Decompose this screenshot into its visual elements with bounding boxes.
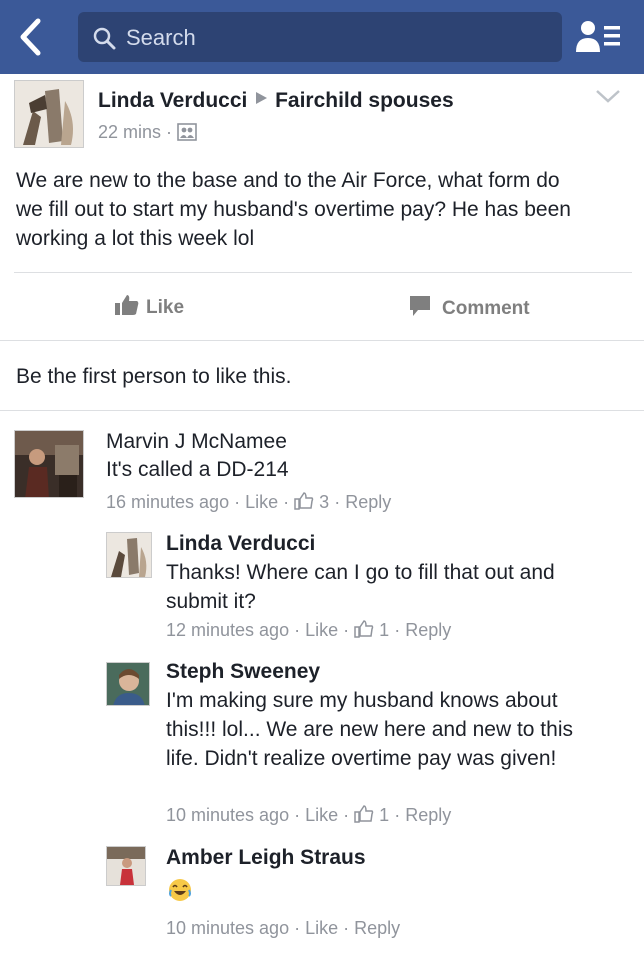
meta-separator: · (294, 620, 306, 640)
comment-text: I'm making sure my husband knows about t… (166, 689, 573, 770)
comment-meta: 12 minutes ago · Like · 1 · Reply (166, 620, 451, 643)
comment-meta: 10 minutes ago · Like · 1 · Reply (166, 805, 451, 828)
post-author[interactable]: Linda Verducci (98, 89, 247, 112)
comment-time: 10 minutes ago (166, 805, 290, 825)
meta-separator: · (394, 805, 406, 825)
comment-like-link[interactable]: Like (245, 492, 278, 512)
post-meta: 22 mins · (98, 122, 197, 146)
post-author-line: Linda Verducci Fairchild spouses (98, 88, 454, 113)
like-count: 1 (379, 805, 390, 825)
commenter-name[interactable]: Amber Leigh Straus (166, 846, 366, 870)
post-group[interactable]: Fairchild spouses (275, 89, 454, 112)
like-count: 3 (319, 492, 330, 512)
meta-separator: · (394, 620, 406, 640)
meta-separator: · (234, 492, 246, 512)
comment-like-link[interactable]: Like (305, 805, 338, 825)
chevron-left-icon[interactable] (14, 17, 48, 57)
group-privacy-icon (177, 123, 197, 146)
comment-icon (408, 294, 432, 324)
comment-reply-link[interactable]: Reply (405, 620, 451, 640)
post-time[interactable]: 22 mins (98, 122, 161, 142)
commenter-name[interactable]: Steph Sweeney (166, 660, 320, 684)
like-label: Like (146, 297, 185, 318)
comment-time: 12 minutes ago (166, 620, 290, 640)
thumbs-up-icon (354, 805, 374, 828)
comment-meta: 10 minutes ago · Like · Reply (166, 918, 400, 939)
meta-separator: · (343, 805, 355, 825)
comment-like-link[interactable]: Like (305, 620, 338, 640)
comment-reply-link[interactable]: Reply (345, 492, 391, 512)
comment-like-link[interactable]: Like (305, 918, 338, 938)
likes-summary: Be the first person to like this. (16, 365, 292, 388)
arrow-right-icon (253, 88, 269, 112)
thumbs-up-icon (294, 492, 314, 515)
meta-separator: · (343, 620, 355, 640)
comment-meta: 16 minutes ago · Like · 3 · Reply (106, 492, 391, 515)
meta-separator: · (334, 492, 346, 512)
avatar[interactable] (14, 80, 84, 148)
divider (0, 410, 644, 411)
top-nav-bar: Search (0, 0, 644, 74)
laughing-emoji-icon (168, 878, 192, 902)
comment-time: 10 minutes ago (166, 918, 290, 938)
avatar[interactable] (14, 430, 84, 498)
avatar[interactable] (106, 662, 150, 706)
comment-label: Comment (442, 298, 530, 319)
meta-separator: · (283, 492, 295, 512)
comment-time: 16 minutes ago (106, 492, 230, 512)
search-icon (92, 26, 116, 50)
commenter-name[interactable]: Marvin J McNamee (106, 430, 287, 454)
thumbs-up-icon (114, 294, 140, 322)
search-input[interactable]: Search (78, 12, 562, 62)
comment-text: Thanks! Where can I go to fill that out … (166, 561, 555, 613)
chevron-down-icon[interactable] (594, 88, 622, 106)
meta-separator: · (294, 918, 306, 938)
avatar[interactable] (106, 532, 152, 578)
meta-separator: · (294, 805, 306, 825)
like-button[interactable]: Like (114, 294, 184, 322)
search-placeholder: Search (126, 25, 196, 50)
commenter-name[interactable]: Linda Verducci (166, 532, 315, 556)
avatar[interactable] (106, 846, 146, 886)
comment-reply-link[interactable]: Reply (354, 918, 400, 938)
friend-requests-icon[interactable] (574, 18, 626, 56)
divider (0, 340, 644, 341)
comment-button[interactable]: Comment (408, 294, 530, 324)
meta-separator: · (166, 122, 178, 142)
post-text: We are new to the base and to the Air Fo… (16, 169, 571, 250)
comment-reply-link[interactable]: Reply (405, 805, 451, 825)
divider (14, 272, 632, 273)
comment-text: It's called a DD-214 (106, 458, 289, 481)
meta-separator: · (343, 918, 355, 938)
thumbs-up-icon (354, 620, 374, 643)
like-count: 1 (379, 620, 390, 640)
